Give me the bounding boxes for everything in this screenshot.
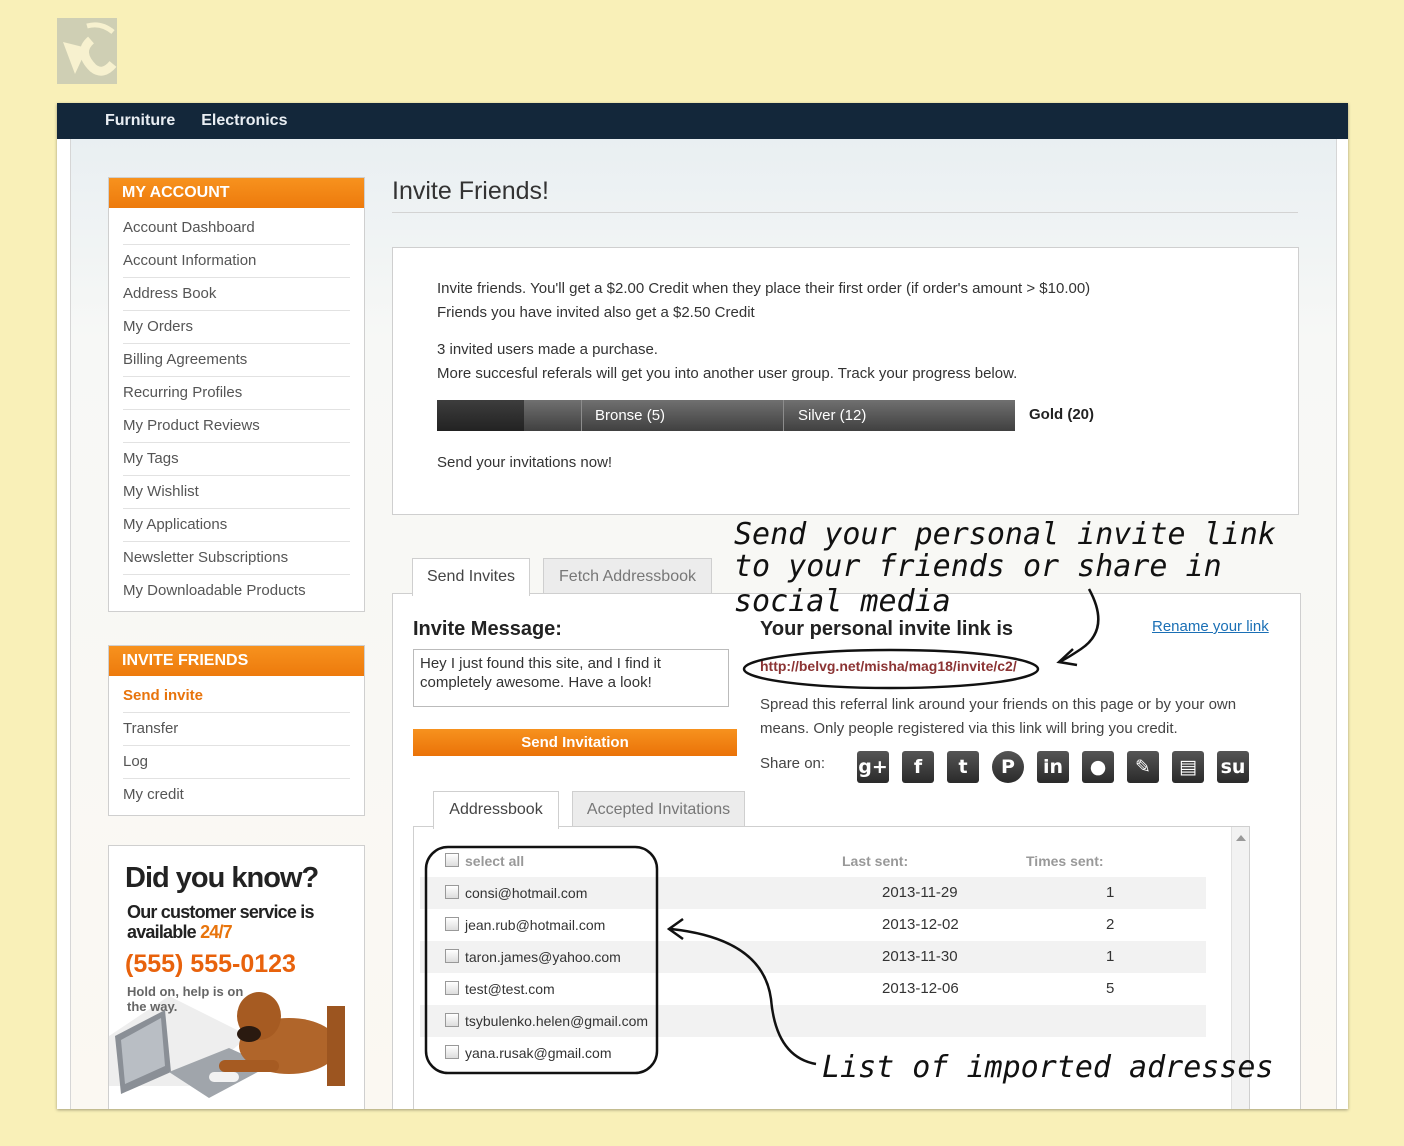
invite-friends-title: INVITE FRIENDS (109, 646, 364, 676)
row-last-sent: 2013-11-29 (882, 884, 958, 901)
row-email: consi@hotmail.com (465, 885, 588, 901)
table-row: consi@hotmail.com 2013-11-29 1 (420, 877, 1206, 909)
select-all-checkbox[interactable] (445, 853, 459, 867)
progress-level-gold: Gold (20) (1029, 406, 1095, 423)
row-checkbox[interactable] (445, 1045, 459, 1059)
row-email: taron.james@yahoo.com (465, 949, 621, 965)
row-times-sent: 2 (1106, 916, 1115, 933)
row-times-sent: 5 (1106, 980, 1115, 997)
sidebar-item-my-wishlist[interactable]: My Wishlist (123, 476, 350, 509)
row-checkbox[interactable] (445, 885, 459, 899)
nav-item-furniture[interactable]: Furniture (105, 112, 175, 130)
row-last-sent: 2013-12-06 (882, 980, 959, 997)
annotation-invite-link-line2: to your friends or share in social media (734, 549, 1222, 619)
sidebar-item-log[interactable]: Log (123, 746, 350, 779)
promo-heading: Did you know? (125, 862, 319, 894)
invite-message-textarea[interactable]: Hey I just found this site, and I find i… (413, 649, 729, 707)
annotation-invite-link-line1: Send your personal invite link (734, 517, 1276, 552)
sidebar-item-my-credit[interactable]: My credit (123, 779, 350, 811)
row-times-sent: 1 (1106, 948, 1115, 965)
nav-item-electronics[interactable]: Electronics (201, 112, 287, 130)
row-last-sent: 2013-11-30 (882, 948, 958, 965)
col-last-sent: Last sent: (842, 853, 909, 869)
tab-addressbook[interactable]: Addressbook (433, 791, 559, 829)
row-email: jean.rub@hotmail.com (465, 917, 606, 933)
share-icons: g+ f t P in ● ✎ ▤ su (857, 751, 1249, 783)
table-row: taron.james@yahoo.com 2013-11-30 1 (420, 941, 1206, 973)
invite-friends-block: INVITE FRIENDS Send invite Transfer Log … (108, 645, 365, 816)
rename-link[interactable]: Rename your link (1152, 618, 1269, 635)
myspace-icon[interactable]: ● (1082, 751, 1114, 783)
progress-level-silver: Silver (12) (783, 400, 866, 431)
info-cta-text: Send your invitations now! (437, 454, 613, 471)
progress-level-bronse: Bronse (5) (581, 400, 665, 431)
promo-note: Hold on, help is on the way. (127, 984, 244, 1014)
info-progress-text: More succesful referals will get you int… (437, 365, 1018, 382)
sidebar-item-send-invite[interactable]: Send invite (123, 680, 350, 713)
sidebar-item-account-dashboard[interactable]: Account Dashboard (123, 212, 350, 245)
sidebar-item-my-tags[interactable]: My Tags (123, 443, 350, 476)
info-friend-credit-text: Friends you have invited also get a $2.5… (437, 304, 755, 321)
row-checkbox[interactable] (445, 949, 459, 963)
sidebar-item-my-orders[interactable]: My Orders (123, 311, 350, 344)
row-checkbox[interactable] (445, 981, 459, 995)
annotation-imported-addresses: List of imported adresses (822, 1050, 1274, 1085)
linkedin-icon[interactable]: in (1037, 751, 1069, 783)
info-purchases-text: 3 invited users made a purchase. (437, 341, 658, 358)
sidebar-item-recurring-profiles[interactable]: Recurring Profiles (123, 377, 350, 410)
col-times-sent: Times sent: (1026, 853, 1104, 869)
spread-text: Spread this referral link around your fr… (760, 696, 1237, 737)
delicious-icon[interactable]: ▤ (1172, 751, 1204, 783)
twitter-icon[interactable]: t (947, 751, 979, 783)
tab-accepted-invitations[interactable]: Accepted Invitations (572, 791, 745, 827)
stumbleupon-icon[interactable]: su (1217, 751, 1249, 783)
invite-message-label: Invite Message: (413, 618, 562, 640)
personal-invite-url[interactable]: http://belvg.net/misha/mag18/invite/c2/ (760, 658, 1017, 674)
invite-info-box: Invite friends. You'll get a $2.00 Credi… (392, 247, 1299, 515)
promo-text: Our customer service is available 24/7 (127, 902, 315, 942)
my-account-block: MY ACCOUNT Account Dashboard Account Inf… (108, 177, 365, 612)
table-row: test@test.com 2013-12-06 5 (420, 973, 1206, 1005)
store-frame: Furniture Electronics MY ACCOUNT Account… (57, 103, 1348, 1109)
sidebar-item-address-book[interactable]: Address Book (123, 278, 350, 311)
sidebar-item-account-information[interactable]: Account Information (123, 245, 350, 278)
tab-send-invites[interactable]: Send Invites (412, 558, 530, 596)
tab-fetch-addressbook[interactable]: Fetch Addressbook (543, 558, 712, 594)
my-account-title: MY ACCOUNT (109, 178, 364, 208)
row-email: tsybulenko.helen@gmail.com (465, 1013, 649, 1029)
referral-progress-bar: Bronse (5) Silver (12) (437, 400, 1015, 431)
facebook-icon[interactable]: f (902, 751, 934, 783)
sidebar-item-my-applications[interactable]: My Applications (123, 509, 350, 542)
row-times-sent: 1 (1106, 884, 1115, 901)
row-email: yana.rusak@gmail.com (465, 1045, 612, 1061)
sidebar-item-newsletter[interactable]: Newsletter Subscriptions (123, 542, 350, 575)
send-invitation-button[interactable]: Send Invitation (413, 729, 737, 756)
belvg-logo (57, 18, 117, 84)
send-invites-panel: Invite Message: Hey I just found this si… (392, 593, 1301, 1109)
table-row: jean.rub@hotmail.com 2013-12-02 2 (420, 909, 1206, 941)
row-checkbox[interactable] (445, 1013, 459, 1027)
pinterest-icon[interactable]: P (992, 751, 1024, 783)
invite-link-label: Your personal invite link is (760, 618, 1014, 640)
top-navigation: Furniture Electronics (57, 103, 1348, 139)
google-plus-icon[interactable]: g+ (857, 751, 889, 783)
customer-service-promo[interactable]: Did you know? Our customer service is av… (108, 845, 365, 1109)
promo-phone: (555) 555-0123 (125, 950, 296, 978)
sidebar-item-billing-agreements[interactable]: Billing Agreements (123, 344, 350, 377)
share-on-label: Share on: (760, 755, 826, 772)
info-credit-text: Invite friends. You'll get a $2.00 Credi… (437, 280, 1091, 297)
progress-fill (437, 400, 524, 431)
blogger-icon[interactable]: ✎ (1127, 751, 1159, 783)
page-content: MY ACCOUNT Account Dashboard Account Inf… (70, 139, 1337, 1109)
row-email: test@test.com (465, 981, 555, 997)
row-checkbox[interactable] (445, 917, 459, 931)
scroll-up-icon[interactable] (1236, 835, 1246, 841)
table-row: tsybulenko.helen@gmail.com (420, 1005, 1206, 1037)
sidebar-item-product-reviews[interactable]: My Product Reviews (123, 410, 350, 443)
sidebar-item-downloadable-products[interactable]: My Downloadable Products (123, 575, 350, 607)
select-all-label: select all (465, 853, 525, 869)
page-title: Invite Friends! (392, 177, 1298, 213)
sidebar-item-transfer[interactable]: Transfer (123, 713, 350, 746)
row-last-sent: 2013-12-02 (882, 916, 959, 933)
